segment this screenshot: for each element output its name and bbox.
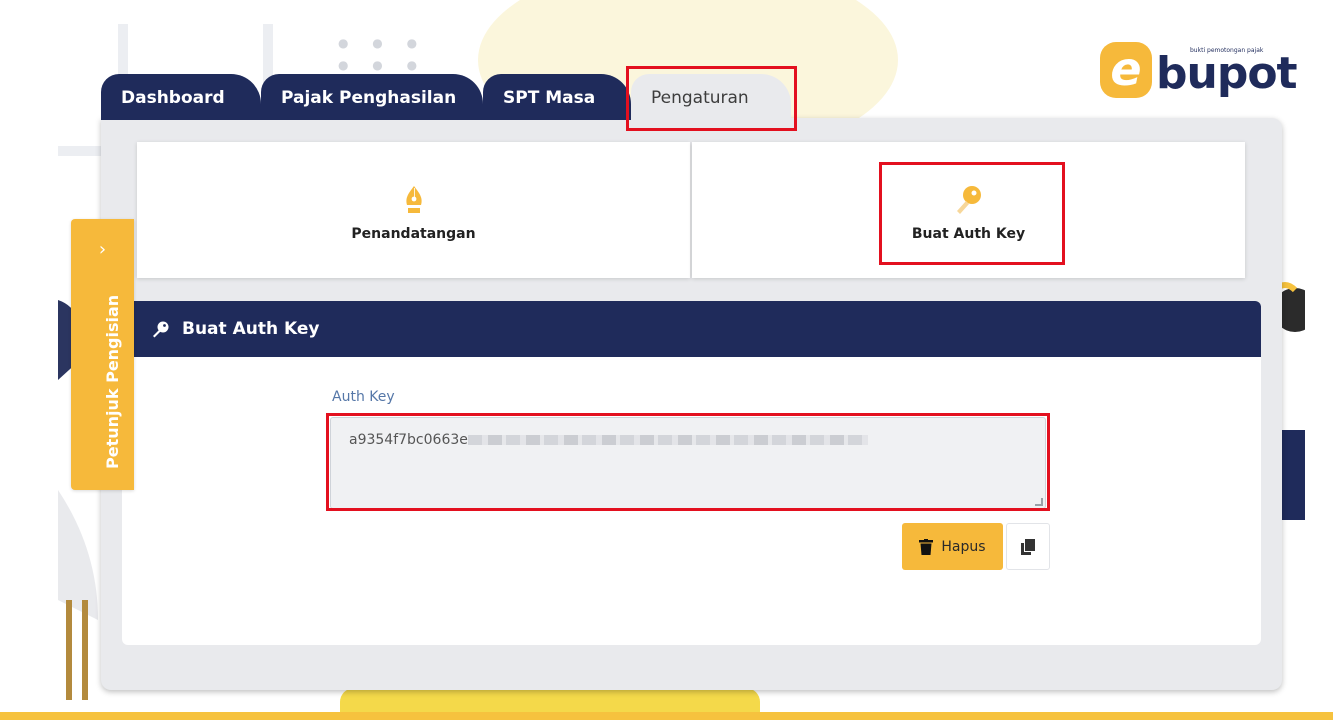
tab-label: Pengaturan [651, 88, 749, 108]
auth-key-textarea[interactable]: a9354f7bc0663e [330, 417, 1046, 509]
tab-label: Dashboard [121, 88, 225, 108]
side-tab-label: Petunjuk Pengisian [103, 294, 122, 469]
form-header: Buat Auth Key [122, 301, 1261, 357]
card-buat-auth-key[interactable]: Buat Auth Key [692, 142, 1245, 278]
card-label: Penandatangan [351, 226, 476, 242]
tab-dashboard[interactable]: Dashboard [101, 74, 261, 120]
decorative-shape [340, 688, 760, 712]
key-icon [956, 186, 981, 214]
copy-button[interactable] [1006, 523, 1050, 570]
petunjuk-pengisian-tab[interactable]: › Petunjuk Pengisian [71, 219, 134, 490]
logo-wordmark: bupot [1156, 48, 1298, 99]
bottom-accent-bar [0, 712, 1333, 720]
logo-mark: e [1100, 42, 1152, 98]
chevron-right-icon: › [98, 239, 107, 260]
key-icon [153, 321, 169, 338]
auth-key-form: Buat Auth Key Auth Key a9354f7bc0663e Ha… [122, 301, 1261, 645]
settings-cards: Penandatangan Buat Auth Key [137, 142, 1245, 278]
tab-pengaturan[interactable]: Pengaturan [631, 74, 791, 122]
copy-icon [1021, 538, 1035, 555]
trash-icon [919, 538, 934, 555]
tab-spt-masa[interactable]: SPT Masa [483, 74, 631, 120]
delete-button-label: Hapus [941, 538, 986, 555]
tab-label: Pajak Penghasilan [281, 88, 457, 108]
tab-label: SPT Masa [503, 88, 596, 108]
form-title: Buat Auth Key [182, 319, 320, 339]
card-label: Buat Auth Key [911, 226, 1026, 242]
auth-key-value: a9354f7bc0663e [349, 432, 468, 448]
background-dots: ● ● ● ● ● ● [338, 36, 428, 72]
resize-handle[interactable] [1035, 498, 1043, 506]
ebupot-logo: e bukti pemotongan pajak bupot [1100, 40, 1298, 102]
card-penandatangan[interactable]: Penandatangan [137, 142, 690, 278]
tab-pajak-penghasilan[interactable]: Pajak Penghasilan [261, 74, 483, 120]
redacted-key [467, 435, 868, 445]
background-line [58, 146, 102, 156]
delete-button[interactable]: Hapus [902, 523, 1003, 570]
pen-nib-icon [405, 186, 422, 213]
auth-key-label: Auth Key [332, 389, 395, 405]
